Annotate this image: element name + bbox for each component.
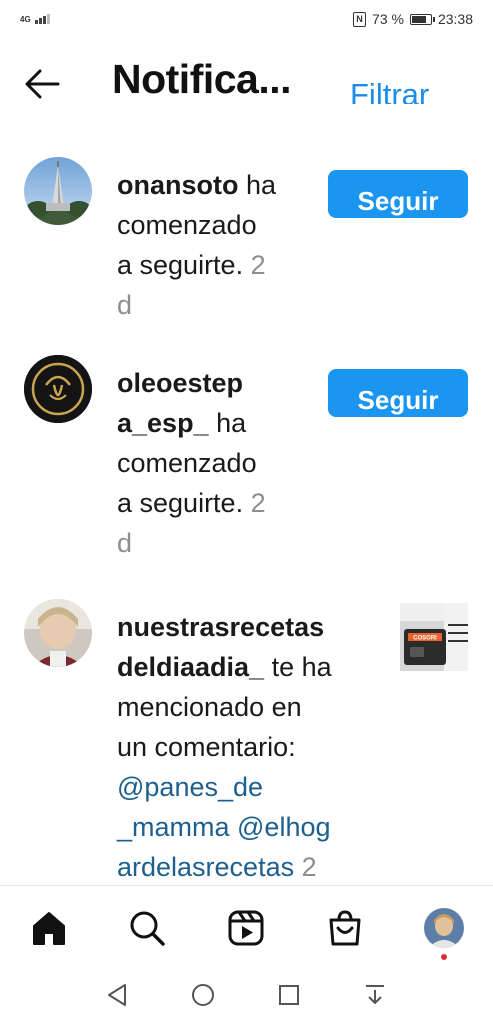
username[interactable]: oleoestep (117, 363, 266, 403)
signal-icon (34, 14, 50, 24)
shop-icon[interactable] (325, 908, 365, 948)
product-photo-icon: COSORI (400, 603, 468, 671)
follow-button[interactable]: Seguir (328, 369, 468, 417)
text-line: a seguirte. (117, 250, 244, 280)
username-continued[interactable]: deldiaadia_ (117, 652, 264, 682)
notification-item[interactable]: oleoestep a_esp_ ha comenzado a seguirte… (0, 353, 493, 563)
timestamp: 2 (250, 488, 266, 518)
avatar[interactable] (24, 599, 92, 667)
post-thumbnail[interactable]: COSORI (400, 603, 468, 671)
avatar[interactable] (24, 157, 92, 225)
notification-item[interactable]: onansoto ha comenzado a seguirte. 2 d Se… (0, 155, 493, 325)
mention-link[interactable]: ardelasrecetas (117, 852, 294, 882)
username-continued[interactable]: a_esp_ (117, 408, 209, 438)
notification-text: oleoestep a_esp_ ha comenzado a seguirte… (117, 363, 266, 563)
text-line: te ha (271, 652, 332, 682)
person-photo-icon (24, 599, 92, 667)
follow-button-label: Seguir (357, 186, 439, 216)
avatar[interactable] (24, 355, 92, 423)
recents-square-icon[interactable] (275, 981, 303, 1009)
network-label: 4G (20, 15, 31, 24)
text-line: comenzado (117, 210, 257, 240)
status-bar: 4G N 73 % 23:38 (0, 0, 493, 38)
username[interactable]: onansoto (117, 170, 239, 200)
text-line: mencionado en (117, 692, 302, 722)
username[interactable]: nuestrasrecetas (117, 607, 332, 647)
text-line: ha (246, 170, 277, 200)
system-nav (0, 967, 493, 1024)
arrow-left-icon[interactable] (22, 64, 62, 104)
timestamp: 2 (250, 250, 266, 280)
follow-button-label: Seguir (357, 385, 439, 415)
battery-percent: 73 % (372, 11, 404, 27)
page-title: Notifica... (112, 56, 292, 102)
timestamp-unit: d (117, 528, 133, 558)
search-icon[interactable] (127, 908, 167, 948)
back-triangle-icon[interactable] (103, 981, 131, 1009)
olive-logo-icon (24, 355, 92, 423)
filter-link[interactable]: Filtrar (350, 74, 429, 104)
profile-photo-icon (424, 908, 464, 948)
bottom-nav (0, 885, 493, 968)
text-line: ha (216, 408, 247, 438)
tower-photo-icon (24, 157, 92, 225)
clock: 23:38 (437, 11, 473, 27)
follow-button[interactable]: Seguir (328, 170, 468, 218)
notification-item[interactable]: nuestrasrecetas deldiaadia_ te ha mencio… (0, 597, 493, 887)
reels-icon[interactable] (226, 908, 266, 948)
home-icon[interactable] (29, 908, 69, 948)
notification-pull-icon[interactable] (361, 981, 389, 1009)
nfc-icon: N (353, 11, 367, 27)
mention-link[interactable]: @panes_de (117, 767, 332, 807)
text-line: comenzado (117, 448, 257, 478)
signal-indicator: 4G (20, 14, 50, 24)
status-right: N 73 % 23:38 (353, 11, 473, 27)
text-line: a seguirte. (117, 488, 244, 518)
mention-link[interactable]: _mamma @elhog (117, 807, 332, 847)
thumbnail-brand-text: COSORI (413, 636, 437, 642)
battery-icon (409, 13, 435, 25)
timestamp-unit: d (117, 290, 133, 320)
notification-text: onansoto ha comenzado a seguirte. 2 d (117, 165, 276, 325)
notification-text: nuestrasrecetas deldiaadia_ te ha mencio… (117, 607, 332, 887)
header: Notifica... Filtrar (0, 50, 493, 116)
profile-avatar[interactable] (424, 908, 464, 948)
notification-dot (441, 954, 447, 960)
screen: 4G N 73 % 23:38 Notifica... Filtrar onan… (0, 0, 493, 1024)
home-circle-icon[interactable] (189, 981, 217, 1009)
text-line: un comentario: (117, 732, 296, 762)
timestamp: 2 (301, 852, 317, 882)
